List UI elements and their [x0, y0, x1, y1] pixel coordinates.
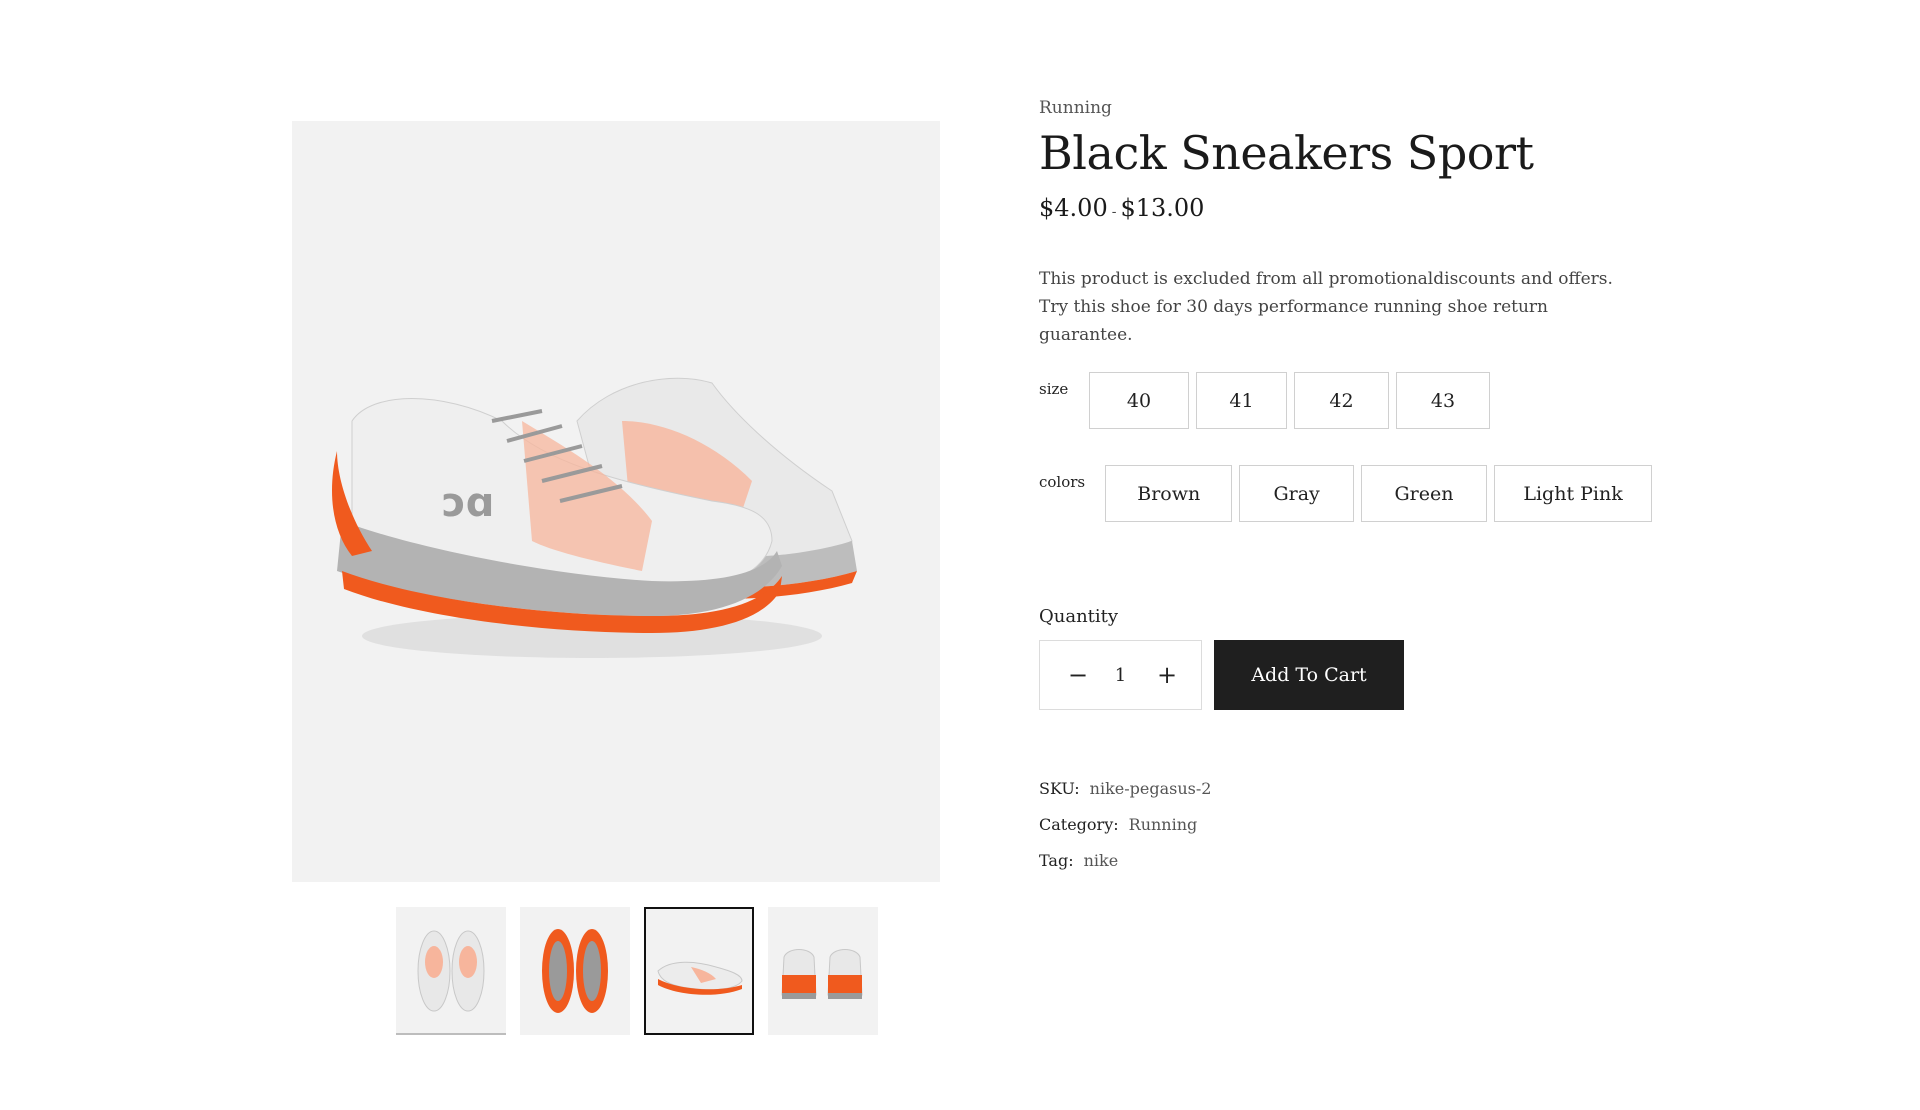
increase-quantity-button[interactable]: +: [1157, 661, 1177, 689]
price-min: $4.00: [1039, 194, 1108, 222]
color-option-green[interactable]: Green: [1360, 465, 1488, 522]
category-label: Category:: [1039, 814, 1119, 834]
color-selector: colors Brown Gray Green Light Pink: [1039, 465, 1659, 522]
decrease-quantity-button[interactable]: −: [1068, 661, 1088, 689]
sneaker-illustration: ɔɑ: [332, 377, 857, 658]
size-label: size: [1039, 380, 1069, 398]
sku-label: SKU:: [1039, 778, 1080, 798]
size-option-40[interactable]: 40: [1089, 372, 1189, 429]
product-info: Running Black Sneakers Sport $4.00 - $13…: [1039, 98, 1659, 878]
add-to-cart-button[interactable]: Add To Cart: [1214, 640, 1404, 710]
category-row: Category: Running: [1039, 806, 1659, 842]
svg-text:ɔɑ: ɔɑ: [442, 480, 494, 526]
thumbnail-back-view[interactable]: [768, 907, 878, 1035]
product-description: This product is excluded from all promot…: [1039, 269, 1613, 345]
sku-value: nike-pegasus-2: [1089, 778, 1212, 798]
tag-link[interactable]: nike: [1084, 851, 1119, 870]
category-link[interactable]: Running: [1129, 815, 1198, 834]
product-meta: SKU: nike-pegasus-2 Category: Running Ta…: [1039, 770, 1659, 878]
price-separator: -: [1111, 204, 1117, 220]
product-title: Black Sneakers Sport: [1039, 126, 1534, 180]
quantity-value[interactable]: 1: [1115, 665, 1126, 686]
add-to-cart-row: − 1 + Add To Cart: [1039, 640, 1659, 710]
color-option-brown[interactable]: Brown: [1105, 465, 1233, 522]
color-option-gray[interactable]: Gray: [1239, 465, 1354, 522]
quantity-label: Quantity: [1039, 606, 1119, 627]
size-option-42[interactable]: 42: [1294, 372, 1389, 429]
quantity-stepper: − 1 +: [1039, 640, 1202, 710]
price-max: $13.00: [1120, 194, 1205, 222]
thumbnail-side-view[interactable]: [644, 907, 754, 1035]
product-category-eyebrow[interactable]: Running: [1039, 98, 1659, 122]
size-option-41[interactable]: 41: [1196, 372, 1287, 429]
product-price: $4.00 - $13.00: [1039, 194, 1659, 228]
thumbnail-sole-view[interactable]: [520, 907, 630, 1035]
thumbnail-top-view[interactable]: [396, 907, 506, 1035]
sku-row: SKU: nike-pegasus-2: [1039, 770, 1659, 806]
color-option-light-pink[interactable]: Light Pink: [1494, 465, 1652, 522]
size-selector: size 40 41 42 43: [1039, 372, 1659, 429]
tag-row: Tag: nike: [1039, 842, 1659, 878]
colors-label: colors: [1039, 473, 1086, 491]
main-product-image[interactable]: ɔɑ: [292, 121, 940, 882]
thumbnail-strip: [396, 907, 878, 1035]
product-gallery: ɔɑ: [292, 121, 940, 1035]
size-option-43[interactable]: 43: [1396, 372, 1490, 429]
tag-label: Tag:: [1039, 850, 1074, 870]
